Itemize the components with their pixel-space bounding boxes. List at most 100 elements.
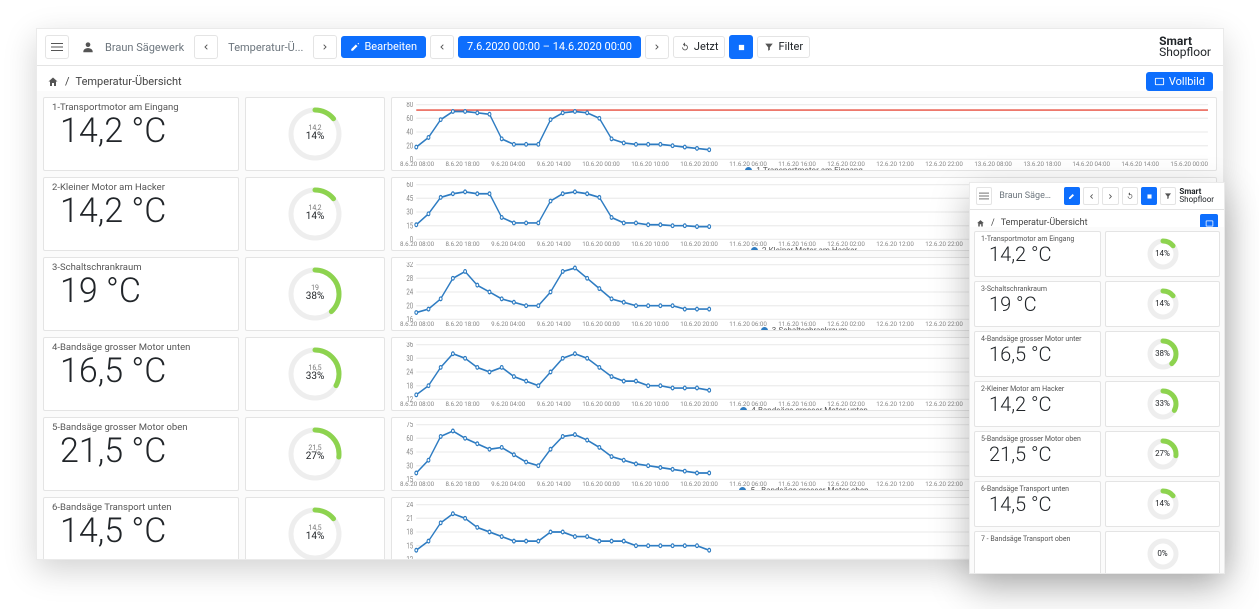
temperature-card[interactable]: 3-Schaltschrankraum 19 °C	[43, 257, 239, 331]
svg-text:36: 36	[406, 342, 413, 349]
range-next[interactable]	[645, 35, 669, 59]
temperature-value: 21,5 °C	[981, 443, 1094, 465]
filter-button[interactable]	[1160, 187, 1176, 205]
sensor-row: 6-Bandsäge Transport unten 14,5 °C 14%	[974, 481, 1220, 527]
filter-button[interactable]: Filter	[757, 36, 810, 57]
temperature-value: 16,5 °C	[981, 343, 1094, 365]
edit-button[interactable]: Bearbeiten	[341, 36, 426, 57]
svg-text:30: 30	[406, 460, 413, 470]
temperature-value: 14,2 °C	[981, 393, 1094, 415]
gauge-card[interactable]: 33%	[1105, 381, 1220, 427]
temperature-card[interactable]: 4-Bandsäge grosser Motor unter 16,5 °C	[974, 331, 1101, 377]
stop-button[interactable]	[729, 35, 753, 59]
crumb-current[interactable]: Temperatur-Ü...	[222, 39, 309, 56]
stop-button[interactable]	[1141, 187, 1157, 205]
gauge-card[interactable]: 14%	[1105, 231, 1220, 277]
temperature-value: 21,5 °C	[52, 433, 230, 470]
temperature-value: 19 °C	[52, 273, 230, 310]
menu-button[interactable]	[45, 35, 69, 59]
user-icon	[81, 40, 95, 54]
toolbar: Braun Sägewerk Temperatur-Ü... Bearbeite…	[37, 29, 1223, 66]
gauge-card[interactable]: 0%	[1105, 531, 1220, 573]
gauge-card[interactable]: 1938%	[245, 257, 385, 331]
svg-text:40: 40	[406, 127, 413, 137]
sensor-row: 1-Transportmotor am Eingang 14,2 °C 14,2…	[43, 97, 1217, 171]
now-button[interactable]: Jetzt	[673, 36, 726, 57]
crumb-next[interactable]	[313, 35, 337, 59]
crumb-prev[interactable]	[194, 35, 218, 59]
range-prev[interactable]	[430, 35, 454, 59]
home-icon[interactable]	[47, 76, 59, 88]
svg-text:20: 20	[406, 300, 413, 310]
gauge-card[interactable]: 21,527%	[245, 417, 385, 491]
temperature-card[interactable]: 1-Transportmotor am Eingang 14,2 °C	[974, 231, 1101, 277]
temperature-value: 14,5 °C	[52, 513, 230, 550]
legend-dot-icon	[739, 487, 746, 491]
svg-text:24: 24	[406, 502, 413, 509]
svg-text:30: 30	[406, 207, 413, 217]
now-button[interactable]	[1122, 187, 1138, 205]
temperature-card[interactable]: 4-Bandsäge grosser Motor unten 16,5 °C	[43, 337, 239, 411]
brand-logo: Smart Shopfloor	[1159, 36, 1215, 59]
svg-text:28: 28	[406, 273, 413, 283]
gauge-card[interactable]: 16,533%	[245, 337, 385, 411]
svg-text:24: 24	[406, 367, 413, 377]
range-prev[interactable]	[1083, 187, 1099, 205]
legend-dot-icon	[740, 407, 747, 411]
svg-text:45: 45	[406, 447, 413, 457]
svg-text:15: 15	[406, 220, 413, 230]
user-name[interactable]: Braun Sägewerk	[99, 39, 190, 56]
temperature-card[interactable]: 5-Bandsäge grosser Motor oben 21,5 °C	[43, 417, 239, 491]
gauge-card[interactable]: 27%	[1105, 431, 1220, 477]
temperature-value: 14,5 °C	[981, 493, 1094, 515]
sensor-row: 5-Bandsäge grosser Motor oben 21,5 °C 27…	[974, 431, 1220, 477]
svg-text:75: 75	[406, 422, 413, 429]
gauge-card[interactable]: 14,514%	[245, 497, 385, 559]
brand-logo: Smart Shopfloor	[1179, 188, 1218, 203]
fullscreen-button[interactable]: Vollbild	[1146, 72, 1213, 91]
svg-text:32: 32	[406, 262, 413, 269]
temperature-value: 19 °C	[981, 293, 1094, 315]
svg-text:30: 30	[406, 353, 413, 363]
sensor-row: 4-Bandsäge grosser Motor unter 16,5 °C 3…	[974, 331, 1220, 377]
range-next[interactable]	[1102, 187, 1118, 205]
temperature-card[interactable]: 5-Bandsäge grosser Motor oben 21,5 °C	[974, 431, 1101, 477]
date-range[interactable]: 7.6.2020 00:00 – 14.6.2020 00:00	[458, 36, 641, 57]
svg-text:12: 12	[406, 554, 413, 559]
svg-text:80: 80	[406, 102, 413, 109]
svg-text:60: 60	[406, 113, 413, 123]
user-name[interactable]: Braun Sägewerk	[995, 190, 1061, 202]
legend-dot-icon	[751, 247, 758, 251]
gauge-card[interactable]: 14%	[1105, 481, 1220, 527]
chart-card[interactable]: 020406080 8.6.20 08:008.6.20 18:009.6.20…	[391, 97, 1217, 171]
svg-text:21: 21	[406, 513, 413, 523]
edit-button[interactable]	[1064, 187, 1080, 205]
breadcrumb-page[interactable]: Temperatur-Übersicht	[76, 75, 182, 88]
temperature-card[interactable]: 3-Schaltschrankraum 19 °C	[974, 281, 1101, 327]
gauge-card[interactable]: 14,214%	[245, 97, 385, 171]
gauge-card[interactable]: 38%	[1105, 331, 1220, 377]
temperature-card[interactable]: 6-Bandsäge Transport unten 14,5 °C	[974, 481, 1101, 527]
sensor-row: 1-Transportmotor am Eingang 14,2 °C 14%	[974, 231, 1220, 277]
svg-text:60: 60	[406, 182, 413, 189]
temperature-value: 14,2 °C	[981, 243, 1094, 265]
temperature-card[interactable]: 2-Kleiner Motor am Hacker 14,2 °C	[43, 177, 239, 251]
gauge-card[interactable]: 14,214%	[245, 177, 385, 251]
temperature-value: 14,2 °C	[52, 113, 230, 150]
svg-text:60: 60	[406, 433, 413, 443]
mobile-window: Braun Sägewerk Smart Shopfloor	[969, 182, 1225, 574]
edit-label: Bearbeiten	[364, 40, 417, 53]
sensor-row: 7 - Bandsäge Transport oben 0%	[974, 531, 1220, 573]
temperature-card[interactable]: 1-Transportmotor am Eingang 14,2 °C	[43, 97, 239, 171]
sensor-name: 7 - Bandsäge Transport oben	[981, 535, 1094, 543]
sensor-row: 2-Kleiner Motor am Hacker 14,2 °C 33%	[974, 381, 1220, 427]
temperature-card[interactable]: 2-Kleiner Motor am Hacker 14,2 °C	[974, 381, 1101, 427]
temperature-value: 16,5 °C	[52, 353, 230, 390]
gauge-card[interactable]: 14%	[1105, 281, 1220, 327]
temperature-value: 14,2 °C	[52, 193, 230, 230]
menu-button[interactable]	[976, 187, 992, 205]
svg-text:15: 15	[406, 540, 413, 550]
legend-dot-icon	[761, 327, 768, 331]
temperature-card[interactable]: 6-Bandsäge Transport unten 14,5 °C	[43, 497, 239, 559]
temperature-card[interactable]: 7 - Bandsäge Transport oben	[974, 531, 1101, 573]
